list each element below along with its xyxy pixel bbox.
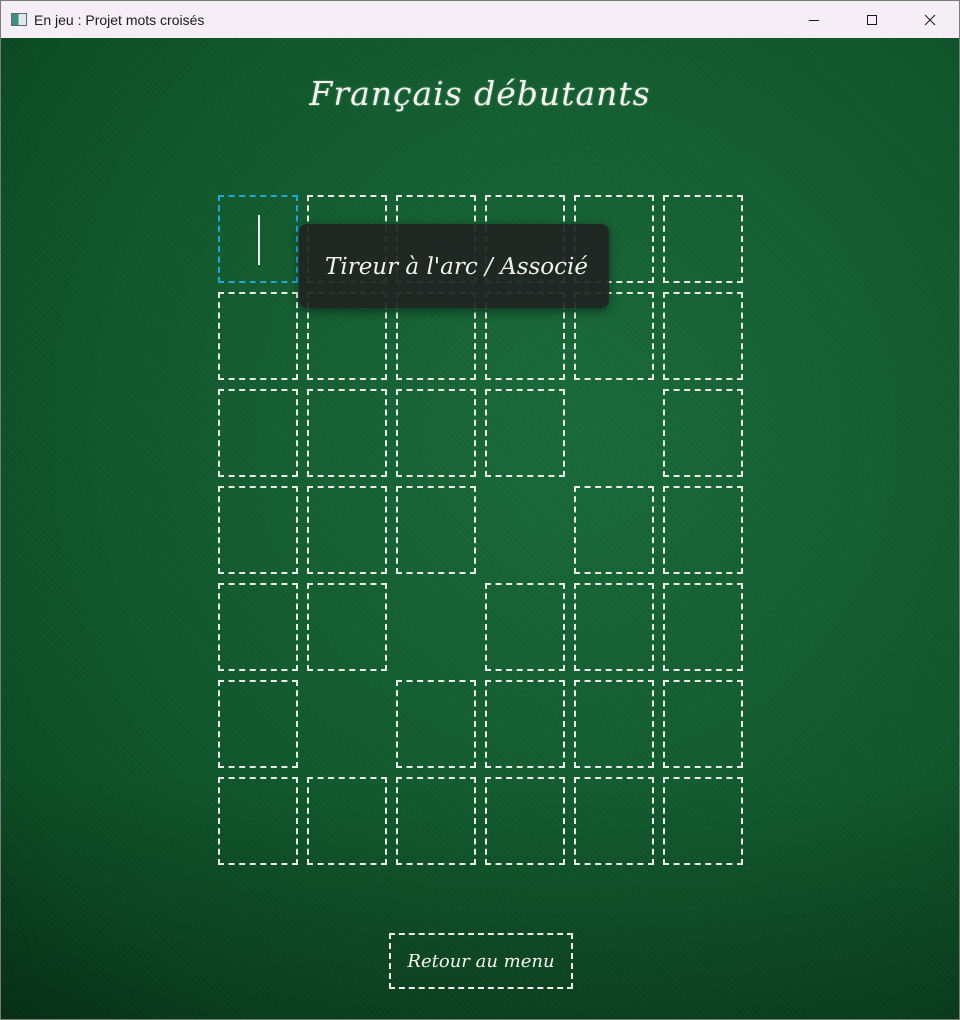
- close-icon: [924, 14, 936, 25]
- grid-cell[interactable]: [485, 777, 565, 865]
- grid-cell[interactable]: [663, 292, 743, 380]
- app-icon: [11, 13, 27, 26]
- grid-cell[interactable]: [218, 195, 298, 283]
- grid-cell[interactable]: [663, 680, 743, 768]
- grid-cell[interactable]: [485, 389, 565, 477]
- grid-cell[interactable]: [218, 777, 298, 865]
- grid-cell[interactable]: [396, 680, 476, 768]
- game-title: Français débutants: [309, 74, 651, 113]
- grid-cell[interactable]: [307, 389, 387, 477]
- grid-cell[interactable]: [218, 292, 298, 380]
- grid-cell[interactable]: [663, 486, 743, 574]
- grid-cell[interactable]: [218, 389, 298, 477]
- minimize-button[interactable]: [785, 1, 843, 38]
- minimize-icon: [809, 19, 819, 21]
- grid-cell[interactable]: [663, 777, 743, 865]
- maximize-button[interactable]: [843, 1, 901, 38]
- chalkboard: Français débutants Tireur à l'arc / Asso…: [1, 38, 959, 1019]
- app-window: En jeu : Projet mots croisés Français dé…: [0, 0, 960, 1020]
- back-to-menu-button[interactable]: Retour au menu: [389, 933, 573, 989]
- grid-cell[interactable]: [663, 583, 743, 671]
- grid-cell[interactable]: [574, 583, 654, 671]
- grid-cell[interactable]: [218, 680, 298, 768]
- grid-cell[interactable]: [485, 680, 565, 768]
- text-caret: [258, 215, 260, 265]
- grid-cell[interactable]: [574, 486, 654, 574]
- clue-tooltip: Tireur à l'arc / Associé: [299, 224, 609, 308]
- grid-cell[interactable]: [574, 777, 654, 865]
- grid-cell[interactable]: [218, 583, 298, 671]
- grid-cell[interactable]: [396, 486, 476, 574]
- window-controls: [785, 1, 959, 38]
- window-title: En jeu : Projet mots croisés: [34, 11, 205, 28]
- grid-cell[interactable]: [396, 389, 476, 477]
- grid-cell[interactable]: [663, 389, 743, 477]
- grid-cell[interactable]: [307, 583, 387, 671]
- grid-cell[interactable]: [307, 777, 387, 865]
- close-button[interactable]: [901, 1, 959, 38]
- grid-cell[interactable]: [574, 680, 654, 768]
- grid-cell[interactable]: [663, 195, 743, 283]
- grid-cell[interactable]: [307, 486, 387, 574]
- title-bar: En jeu : Projet mots croisés: [1, 1, 959, 38]
- maximize-icon: [867, 14, 877, 25]
- grid-cell[interactable]: [396, 777, 476, 865]
- grid-cell[interactable]: [218, 486, 298, 574]
- grid-cell[interactable]: [485, 583, 565, 671]
